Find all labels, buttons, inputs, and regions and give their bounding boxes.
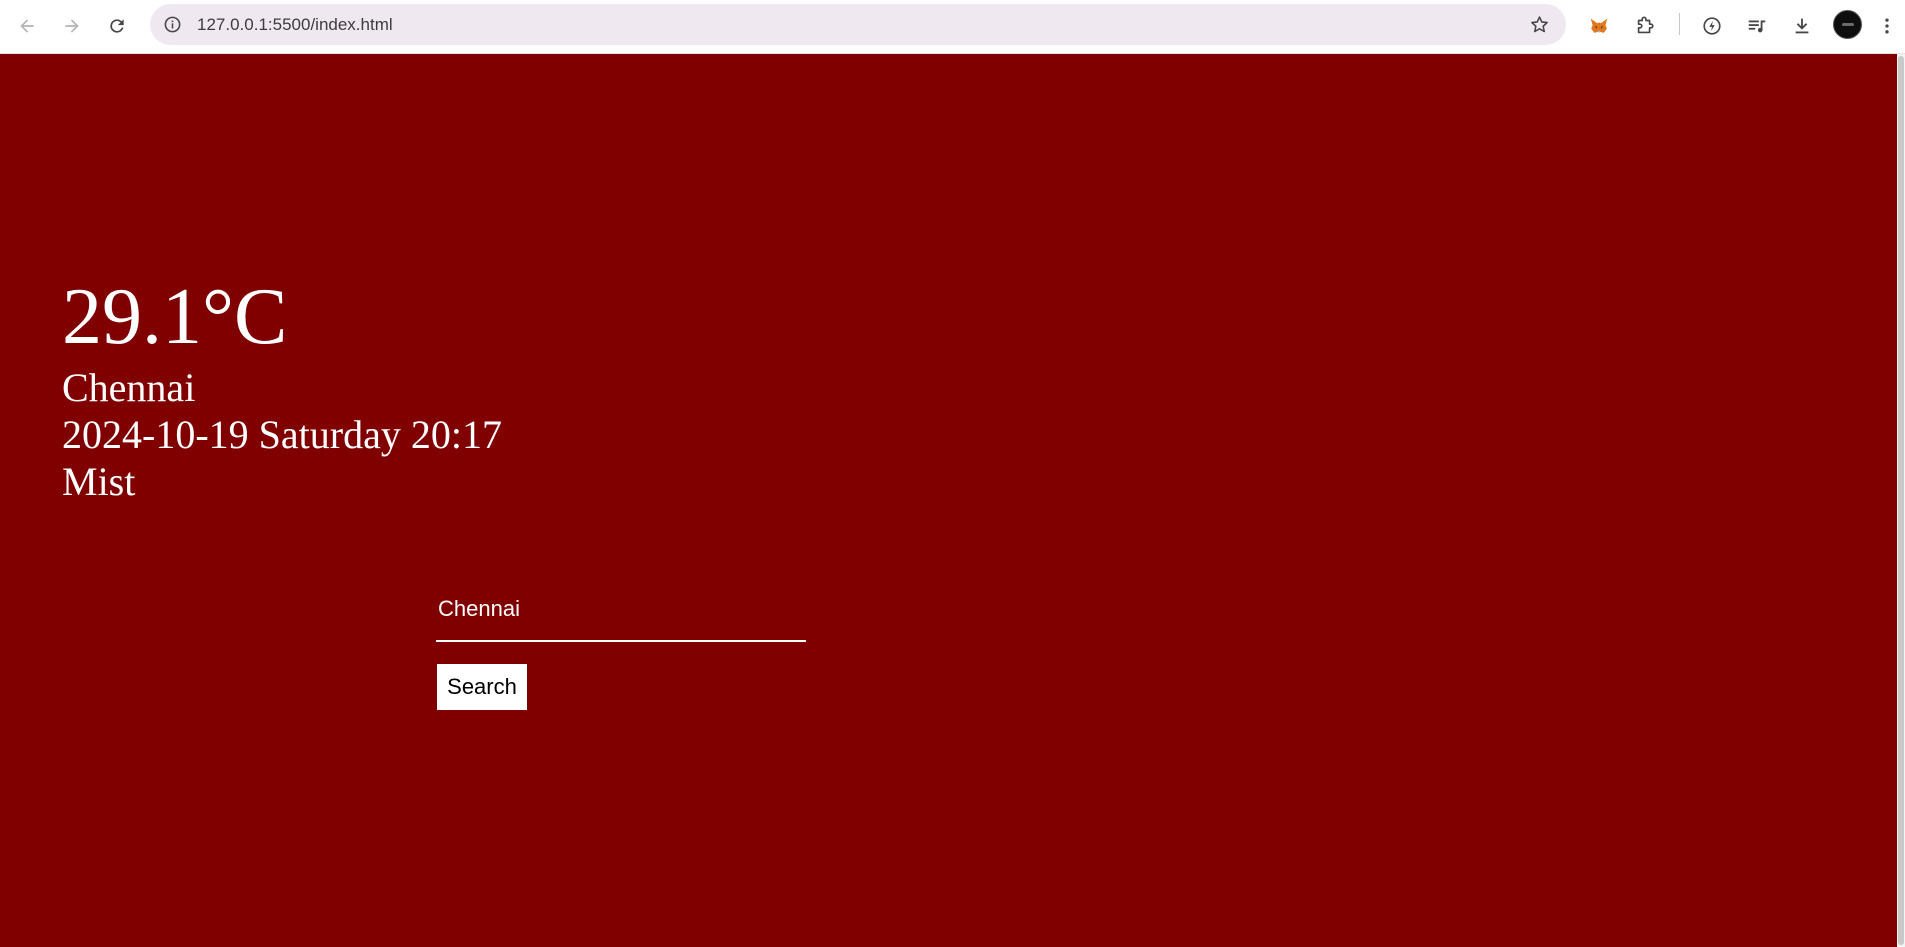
search-button[interactable]: Search [437, 664, 527, 710]
more-vert-icon [1885, 18, 1889, 34]
arrow-left-icon [20, 19, 34, 33]
puzzle-icon [1637, 16, 1654, 34]
metamask-extension-button[interactable] [1582, 9, 1616, 43]
browser-menu-button[interactable] [1877, 9, 1897, 43]
profile-avatar[interactable] [1833, 10, 1862, 39]
toolbar-divider [1679, 13, 1680, 35]
download-icon [1795, 18, 1809, 34]
media-controls-button[interactable] [1740, 9, 1774, 43]
temperature-display: 29.1°C [62, 273, 288, 361]
star-icon [1531, 16, 1548, 33]
address-bar[interactable]: 127.0.0.1:5500/index.html [150, 4, 1566, 45]
info-icon [164, 16, 181, 33]
back-button[interactable] [11, 10, 43, 42]
vertical-scrollbar[interactable] [1897, 54, 1905, 947]
bookmark-button[interactable] [1525, 10, 1554, 39]
browser-toolbar: 127.0.0.1:5500/index.html [0, 0, 1905, 54]
url-text[interactable]: 127.0.0.1:5500/index.html [197, 15, 393, 35]
reload-icon [110, 19, 124, 33]
city-search-input[interactable] [436, 588, 806, 642]
energy-saver-icon [1703, 17, 1721, 35]
forward-button[interactable] [56, 10, 88, 42]
fox-icon [1590, 18, 1608, 33]
weather-panel: 29.1°C Chennai 2024-10-19 Saturday 20:17… [62, 270, 502, 505]
weather-condition: Mist [62, 459, 136, 504]
arrow-right-icon [65, 19, 79, 33]
site-info-button[interactable] [158, 10, 187, 39]
city-name: Chennai [62, 365, 196, 410]
date-time: 2024-10-19 Saturday 20:17 [62, 412, 502, 457]
music-queue-icon [1748, 20, 1766, 33]
reload-button[interactable] [101, 10, 133, 42]
avatar-mark [1841, 23, 1854, 26]
performance-button[interactable] [1695, 9, 1729, 43]
extensions-button[interactable] [1628, 9, 1662, 43]
downloads-button[interactable] [1785, 9, 1819, 43]
scrollbar-thumb[interactable] [1898, 56, 1904, 945]
